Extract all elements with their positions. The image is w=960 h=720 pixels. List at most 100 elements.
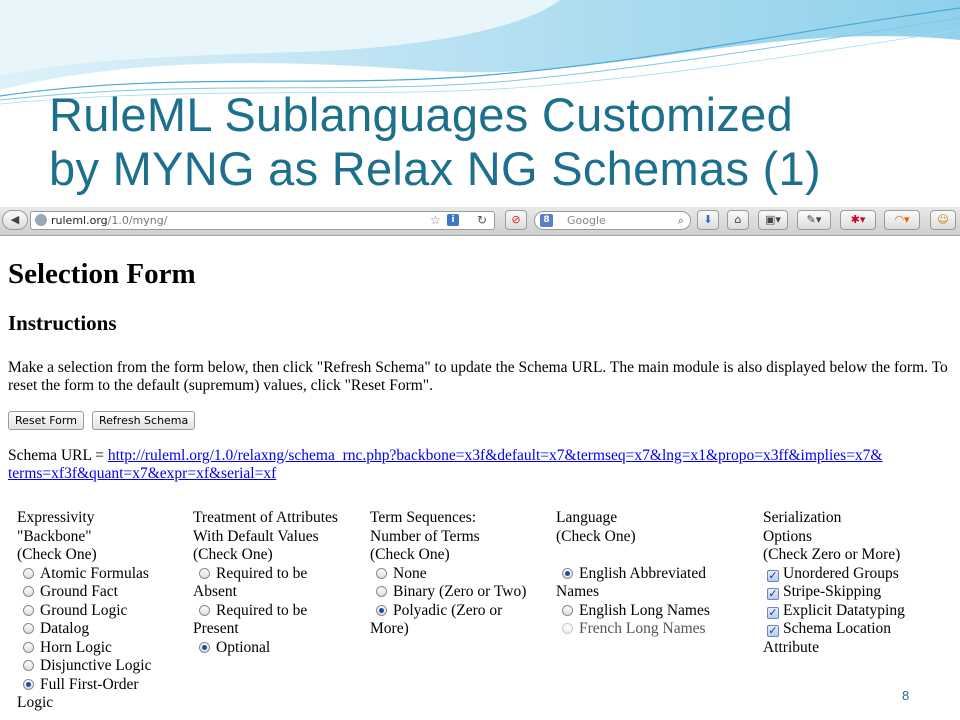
option-label-wrap: Absent bbox=[193, 583, 237, 600]
radio-option[interactable]: None bbox=[370, 565, 550, 584]
default-values-group: Treatment of Attributes With Default Val… bbox=[193, 509, 365, 657]
radio-option[interactable]: Required to be bbox=[193, 565, 365, 584]
radio-button[interactable] bbox=[23, 604, 34, 616]
schema-url-part2: terms=xf3f&quant=x7&expr=xf&serial=xf bbox=[8, 465, 277, 482]
radio-option-selected[interactable]: Full First-Order bbox=[17, 676, 187, 695]
toolbar-tool-1[interactable]: ▣▾ bbox=[758, 210, 788, 230]
radio-button[interactable] bbox=[23, 586, 34, 597]
tool-icon: ✎▾ bbox=[806, 213, 822, 226]
group-heading: Options bbox=[763, 527, 813, 545]
download-button[interactable]: ⬇ bbox=[697, 210, 719, 230]
group-heading: Number of Terms bbox=[370, 527, 480, 545]
radio-button[interactable] bbox=[23, 641, 34, 653]
serialization-group: Serialization Options (Check Zero or Mor… bbox=[763, 509, 953, 657]
checkbox-option[interactable]: ✓ Stripe-Skipping bbox=[763, 583, 953, 602]
radio-button-checked[interactable] bbox=[23, 678, 34, 690]
slide-title-line2: by MYNG as Relax NG Schemas (1) bbox=[49, 142, 821, 195]
page-heading: Selection Form bbox=[8, 258, 196, 290]
schema-url-link[interactable]: http://ruleml.org/1.0/relaxng/schema_rnc… bbox=[8, 447, 883, 482]
group-heading: "Backbone" bbox=[17, 527, 92, 545]
address-bar[interactable]: ruleml.org/1.0/myng/ ☆ i ↻ bbox=[30, 211, 495, 230]
back-button[interactable]: ◀ bbox=[2, 210, 28, 230]
radio-button[interactable] bbox=[23, 660, 34, 671]
checkbox-option[interactable]: ✓ Explicit Datatyping bbox=[763, 602, 953, 621]
google-icon: 8 bbox=[540, 214, 553, 227]
url-path: /1.0/myng/ bbox=[107, 214, 168, 227]
radio-button-checked[interactable] bbox=[199, 641, 210, 653]
radio-button[interactable] bbox=[562, 604, 573, 616]
checkbox-checked[interactable]: ✓ bbox=[767, 588, 779, 600]
back-icon: ◀ bbox=[10, 213, 20, 226]
language-group: Language (Check One) English Abbreviated… bbox=[556, 509, 756, 639]
radio-option[interactable]: Datalog bbox=[17, 620, 187, 639]
slide-title: RuleML Sublanguages Customized by MYNG a… bbox=[49, 88, 821, 196]
search-icon[interactable]: ⌕ bbox=[678, 212, 684, 229]
radio-option[interactable]: Horn Logic bbox=[17, 639, 187, 658]
home-icon: ⌂ bbox=[734, 213, 742, 226]
expressivity-group: Expressivity "Backbone" (Check One) Atom… bbox=[17, 509, 187, 713]
checkbox-checked[interactable]: ✓ bbox=[767, 569, 779, 582]
option-label: Polyadic (Zero or bbox=[393, 601, 503, 619]
option-label: Explicit Datatyping bbox=[783, 601, 905, 619]
radio-button-checked[interactable] bbox=[562, 567, 573, 579]
globe-icon bbox=[35, 214, 47, 226]
checkbox-checked[interactable]: ✓ bbox=[767, 625, 779, 637]
option-label: English Long Names bbox=[579, 601, 710, 619]
radio-option[interactable]: English Long Names bbox=[556, 602, 756, 621]
radio-button[interactable] bbox=[199, 604, 210, 616]
group-heading: Treatment of Attributes bbox=[193, 509, 338, 526]
option-label-wrap: More) bbox=[370, 620, 409, 637]
radio-button-checked[interactable] bbox=[376, 604, 387, 616]
option-label: English Abbreviated bbox=[579, 564, 706, 582]
toolbar-tool-5[interactable]: ☺ bbox=[930, 210, 956, 230]
radio-option[interactable]: Binary (Zero or Two) bbox=[370, 583, 550, 602]
option-label: Binary (Zero or Two) bbox=[393, 583, 527, 600]
reload-icon[interactable]: ↻ bbox=[477, 212, 487, 229]
radio-option[interactable]: Disjunctive Logic bbox=[17, 657, 187, 676]
refresh-schema-button[interactable]: Refresh Schema bbox=[92, 411, 196, 430]
slide-title-line1: RuleML Sublanguages Customized bbox=[49, 88, 794, 141]
group-heading: (Check One) bbox=[556, 527, 636, 545]
home-button[interactable]: ⌂ bbox=[727, 210, 749, 230]
radio-option[interactable]: Atomic Formulas bbox=[17, 565, 187, 584]
radio-option-selected[interactable]: Optional bbox=[193, 639, 365, 658]
radio-button[interactable] bbox=[376, 586, 387, 597]
checkbox-checked[interactable]: ✓ bbox=[767, 606, 779, 619]
radio-option[interactable]: Ground Logic bbox=[17, 602, 187, 621]
radio-option[interactable]: Required to be bbox=[193, 602, 365, 621]
star-icon[interactable]: ☆ bbox=[430, 212, 441, 229]
group-heading: Expressivity bbox=[17, 509, 95, 526]
radio-button-disabled[interactable] bbox=[562, 623, 573, 634]
radio-button[interactable] bbox=[376, 567, 387, 579]
group-heading: With Default Values bbox=[193, 527, 319, 545]
schema-url-line: Schema URL = http://ruleml.org/1.0/relax… bbox=[8, 447, 952, 483]
stop-button[interactable]: ⊘ bbox=[505, 210, 527, 230]
radio-option-selected[interactable]: English Abbreviated bbox=[556, 565, 756, 584]
group-heading: (Check Zero or More) bbox=[763, 546, 901, 563]
schema-url-label: Schema URL = bbox=[8, 447, 108, 464]
url-text: ruleml.org/1.0/myng/ bbox=[51, 212, 167, 229]
radio-option[interactable]: Ground Fact bbox=[17, 583, 187, 602]
checkbox-option[interactable]: ✓ Schema Location bbox=[763, 620, 953, 639]
radio-option-disabled[interactable]: French Long Names bbox=[556, 620, 756, 639]
toolbar-tool-2[interactable]: ✎▾ bbox=[797, 210, 831, 230]
option-label: Required to be bbox=[216, 564, 308, 582]
radio-button[interactable] bbox=[199, 567, 210, 579]
url-host: ruleml.org bbox=[51, 214, 108, 227]
smiley-icon: ☺ bbox=[937, 213, 949, 226]
option-label: Unordered Groups bbox=[783, 564, 899, 582]
option-label: Horn Logic bbox=[40, 638, 112, 656]
info-icon[interactable]: i bbox=[447, 214, 459, 226]
reset-form-button[interactable]: Reset Form bbox=[8, 411, 84, 430]
search-input[interactable]: 8 Google ⌕ bbox=[534, 211, 691, 230]
radio-button[interactable] bbox=[23, 623, 34, 634]
toolbar-tool-3[interactable]: ✱▾ bbox=[840, 210, 876, 230]
toolbar-tool-4[interactable]: ◠▾ bbox=[884, 210, 920, 230]
stop-icon: ⊘ bbox=[511, 213, 521, 226]
radio-option-selected[interactable]: Polyadic (Zero or bbox=[370, 602, 550, 621]
option-label: Ground Fact bbox=[40, 583, 118, 600]
checkbox-option[interactable]: ✓ Unordered Groups bbox=[763, 565, 953, 584]
radio-button[interactable] bbox=[23, 567, 34, 579]
option-label-wrap: Names bbox=[556, 583, 600, 600]
option-label: Disjunctive Logic bbox=[40, 657, 152, 674]
